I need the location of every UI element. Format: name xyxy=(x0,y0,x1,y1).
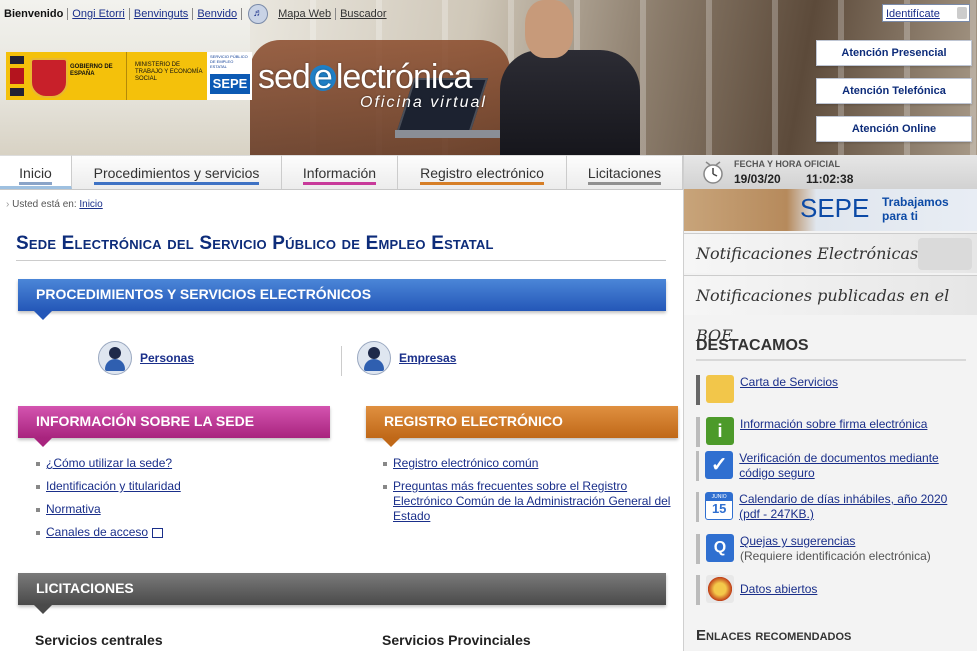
lang-galego-link[interactable]: Benvido xyxy=(193,8,243,20)
breadcrumb-label: Usted está en: xyxy=(12,199,77,210)
calendar-icon: JUNIO 15 xyxy=(705,492,734,520)
list-item: Preguntas más frecuentes sobre el Regist… xyxy=(381,479,681,524)
list-item: Registro electrónico común xyxy=(381,456,681,471)
notificaciones-boe-link[interactable]: Notificaciones publicadas en el BOE xyxy=(684,275,977,345)
list-item[interactable]: JUNIO 15 Calendario de días inhábiles, a… xyxy=(696,492,966,522)
company-icon xyxy=(357,341,391,375)
profile-personas[interactable]: Personas xyxy=(98,341,194,375)
verificacion-link[interactable]: Verificación de documentos mediante códi… xyxy=(739,451,966,481)
official-time: 11:02:38 xyxy=(806,172,854,186)
sound-icon[interactable]: ♬ xyxy=(248,4,269,24)
list-item[interactable]: ✓ Verificación de documentos mediante có… xyxy=(696,451,966,481)
official-clock: FECHA Y HORA OFICIAL 19/03/20 11:02:38 xyxy=(684,155,977,189)
login-label: Identifícate xyxy=(886,8,940,20)
login-link[interactable]: Identifícate xyxy=(882,4,970,22)
person-icon xyxy=(98,341,132,375)
destacamos-divider xyxy=(696,359,966,361)
site-subtitle: Oficina virtual xyxy=(360,94,487,111)
sepe-banner[interactable]: SEPE Trabajamos para ti xyxy=(684,189,977,231)
section-licitaciones: LICITACIONES xyxy=(18,573,666,614)
search-link[interactable]: Buscador xyxy=(336,8,390,20)
list-item: ¿Cómo utilizar la sede? xyxy=(34,456,334,471)
servicios-centrales-heading: Servicios centrales xyxy=(35,632,163,648)
charter-icon xyxy=(706,375,734,403)
destacamos-heading: DESTACAMOS xyxy=(696,337,809,354)
page-title: Sede Electrónica del Servicio Público de… xyxy=(16,233,494,254)
quejas-link[interactable]: Quejas y sugerencias xyxy=(740,534,855,548)
enlaces-recomendados-heading: Enlaces recomendados xyxy=(696,627,852,644)
breadcrumb: › Usted está en: Inicio xyxy=(6,199,103,210)
top-utility-bar: Bienvenido Ongi Etorri Benvinguts Benvid… xyxy=(0,4,391,24)
notif-electronicas-label: Notificaciones Electrónicas xyxy=(696,244,919,263)
lock-icon xyxy=(957,7,967,19)
notificaciones-electronicas-link[interactable]: Notificaciones Electrónicas xyxy=(684,233,977,273)
tab-inicio[interactable]: Inicio xyxy=(0,155,72,189)
faq-registro-link[interactable]: Preguntas más frecuentes sobre el Regist… xyxy=(393,479,670,523)
email-icon xyxy=(918,238,972,270)
list-item[interactable]: Datos abiertos xyxy=(696,575,966,605)
firma-electronica-link[interactable]: Información sobre firma electrónica xyxy=(740,417,927,432)
list-item: Identificación y titularidad xyxy=(34,479,334,494)
datos-abiertos-link[interactable]: Datos abiertos xyxy=(740,575,817,597)
logo-sepe-text: SEPE xyxy=(210,74,250,94)
q-icon: Q xyxy=(706,534,734,562)
right-sidebar: FECHA Y HORA OFICIAL 19/03/20 11:02:38 S… xyxy=(683,155,977,651)
logo-gobierno-text: GOBIERNO DE ESPAÑA xyxy=(70,64,113,77)
profile-divider xyxy=(341,346,342,376)
sepe-banner-name: SEPE xyxy=(800,193,870,223)
coat-of-arms-icon xyxy=(30,58,68,98)
title-divider xyxy=(16,260,666,261)
tab-procedimientos[interactable]: Procedimientos y servicios xyxy=(72,155,282,189)
official-date: 19/03/20 xyxy=(734,172,781,186)
list-item: Canales de acceso xyxy=(34,525,334,540)
clock-label: FECHA Y HORA OFICIAL xyxy=(734,159,841,169)
servicios-provinciales-heading: Servicios Provinciales xyxy=(382,632,531,648)
attention-phone-button[interactable]: Atención Telefónica xyxy=(816,78,972,104)
profile-empresas[interactable]: Empresas xyxy=(357,341,456,375)
section-registro: REGISTRO ELECTRÓNICO xyxy=(366,406,678,447)
open-data-icon xyxy=(706,575,734,603)
clock-icon xyxy=(703,161,723,184)
welcome-text: Bienvenido xyxy=(0,8,69,20)
como-utilizar-link[interactable]: ¿Cómo utilizar la sede? xyxy=(46,456,172,470)
list-item[interactable]: Q Quejas y sugerencias (Requiere identif… xyxy=(696,534,966,564)
tab-licitaciones[interactable]: Licitaciones xyxy=(567,155,683,189)
site-header: Bienvenido Ongi Etorri Benvinguts Benvid… xyxy=(0,0,977,155)
spain-flag-icon xyxy=(10,56,24,96)
lang-catalan-link[interactable]: Benvinguts xyxy=(130,8,194,20)
registro-comun-link[interactable]: Registro electrónico común xyxy=(393,456,538,470)
quejas-note: (Requiere identificación electrónica) xyxy=(740,549,931,563)
calendario-link[interactable]: Calendario de días inhábiles, año 2020 (… xyxy=(739,492,966,522)
identificacion-link[interactable]: Identificación y titularidad xyxy=(46,479,181,493)
government-logo[interactable]: GOBIERNO DE ESPAÑA MINISTERIO DE TRABAJO… xyxy=(6,52,252,100)
section-informacion: INFORMACIÓN SOBRE LA SEDE xyxy=(18,406,330,447)
info-icon: i xyxy=(706,417,734,445)
logo-ministerio-text: MINISTERIO DE TRABAJO Y ECONOMÍA SOCIAL xyxy=(135,62,203,82)
personas-link[interactable]: Personas xyxy=(140,351,194,365)
site-map-link[interactable]: Mapa Web xyxy=(274,8,337,20)
reg-links: Registro electrónico común Preguntas más… xyxy=(381,456,681,532)
site-title: sed e lectrónica xyxy=(258,58,472,96)
canales-link[interactable]: Canales de acceso xyxy=(46,525,148,539)
carta-servicios-link[interactable]: Carta de Servicios xyxy=(740,375,838,390)
tab-registro[interactable]: Registro electrónico xyxy=(398,155,567,189)
list-item[interactable]: i Información sobre firma electrónica xyxy=(696,417,966,447)
main-nav: Inicio Procedimientos y servicios Inform… xyxy=(0,155,683,190)
external-link-icon xyxy=(152,527,164,538)
header-photo-man xyxy=(500,0,640,155)
lang-euskera-link[interactable]: Ongi Etorri xyxy=(68,8,130,20)
list-item: Normativa xyxy=(34,502,334,517)
logo-sepe-small-text: SERVICIO PÚBLICO DE EMPLEO ESTATAL xyxy=(210,54,248,69)
normativa-link[interactable]: Normativa xyxy=(46,502,101,516)
section-procedimientos: PROCEDIMIENTOS Y SERVICIOS ELECTRÓNICOS xyxy=(18,279,666,320)
attention-online-button[interactable]: Atención Online xyxy=(816,116,972,142)
tab-informacion[interactable]: Información xyxy=(282,155,398,189)
breadcrumb-home-link[interactable]: Inicio xyxy=(79,199,102,210)
info-links: ¿Cómo utilizar la sede? Identificación y… xyxy=(34,456,334,548)
sepe-banner-slogan: Trabajamos para ti xyxy=(882,195,949,223)
check-icon: ✓ xyxy=(705,451,734,479)
list-item[interactable]: Carta de Servicios xyxy=(696,375,966,405)
attention-in-person-button[interactable]: Atención Presencial xyxy=(816,40,972,66)
empresas-link[interactable]: Empresas xyxy=(399,351,456,365)
